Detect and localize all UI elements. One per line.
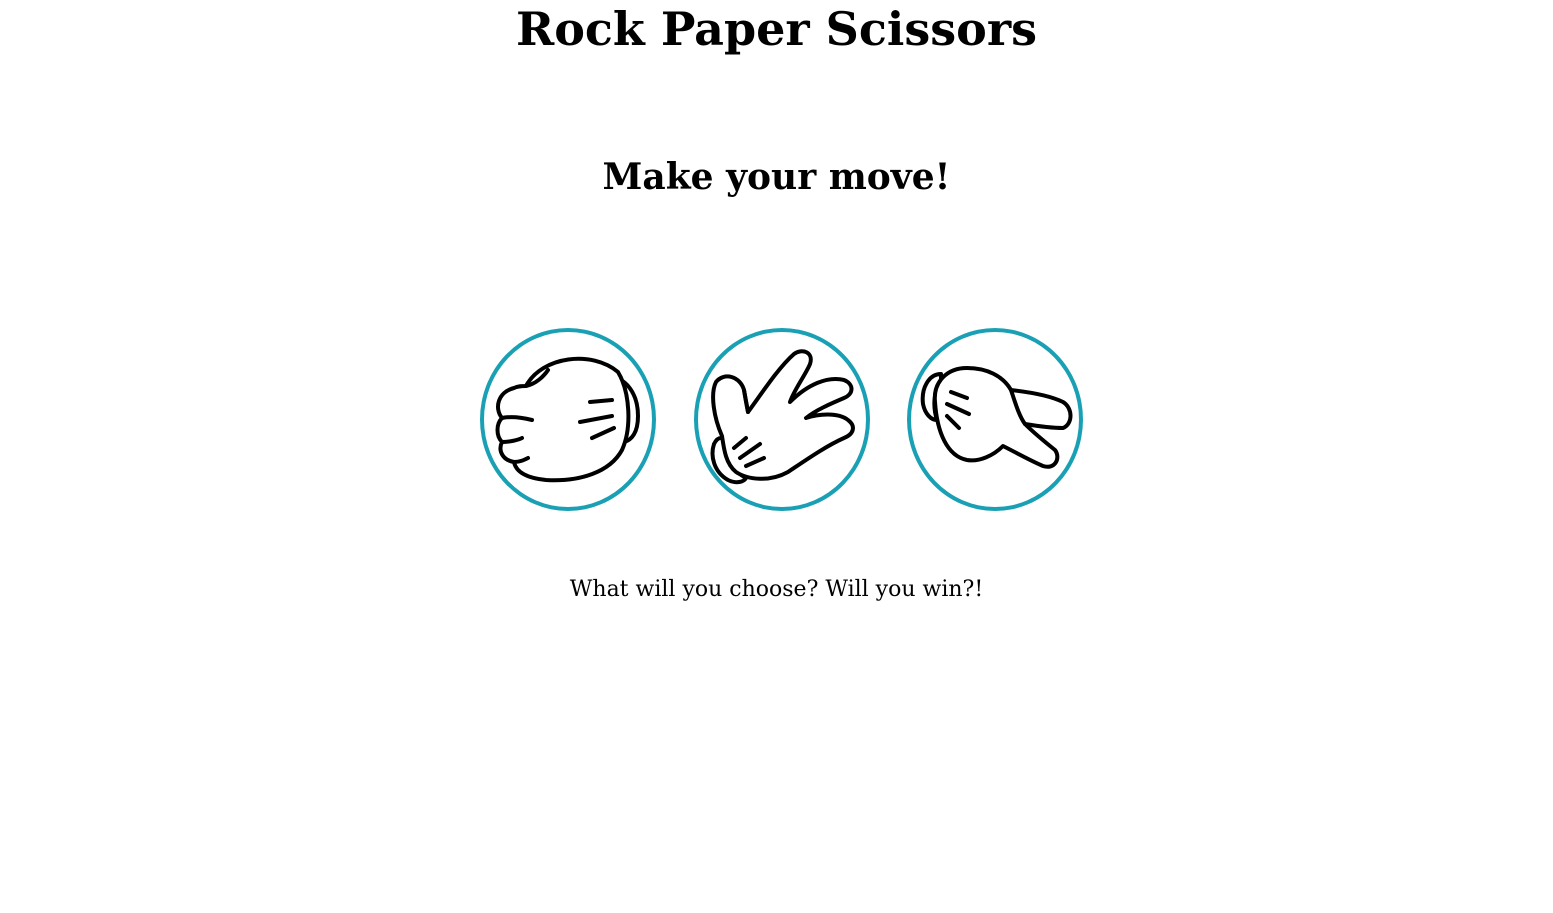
move-prompt: Make your move! — [602, 156, 951, 198]
rock-hand-icon — [495, 356, 640, 483]
rock-button[interactable] — [480, 328, 656, 511]
scissors-hand-icon — [920, 366, 1073, 469]
paper-hand-icon — [710, 349, 855, 485]
game-page: Rock Paper Scissors Make your move! What… — [0, 0, 1553, 913]
game-title: Rock Paper Scissors — [516, 2, 1037, 56]
status-message: What will you choose? Will you win?! — [569, 577, 984, 602]
paper-button[interactable] — [694, 328, 870, 511]
scissors-button[interactable] — [907, 328, 1083, 511]
choice-buttons — [0, 328, 1553, 511]
